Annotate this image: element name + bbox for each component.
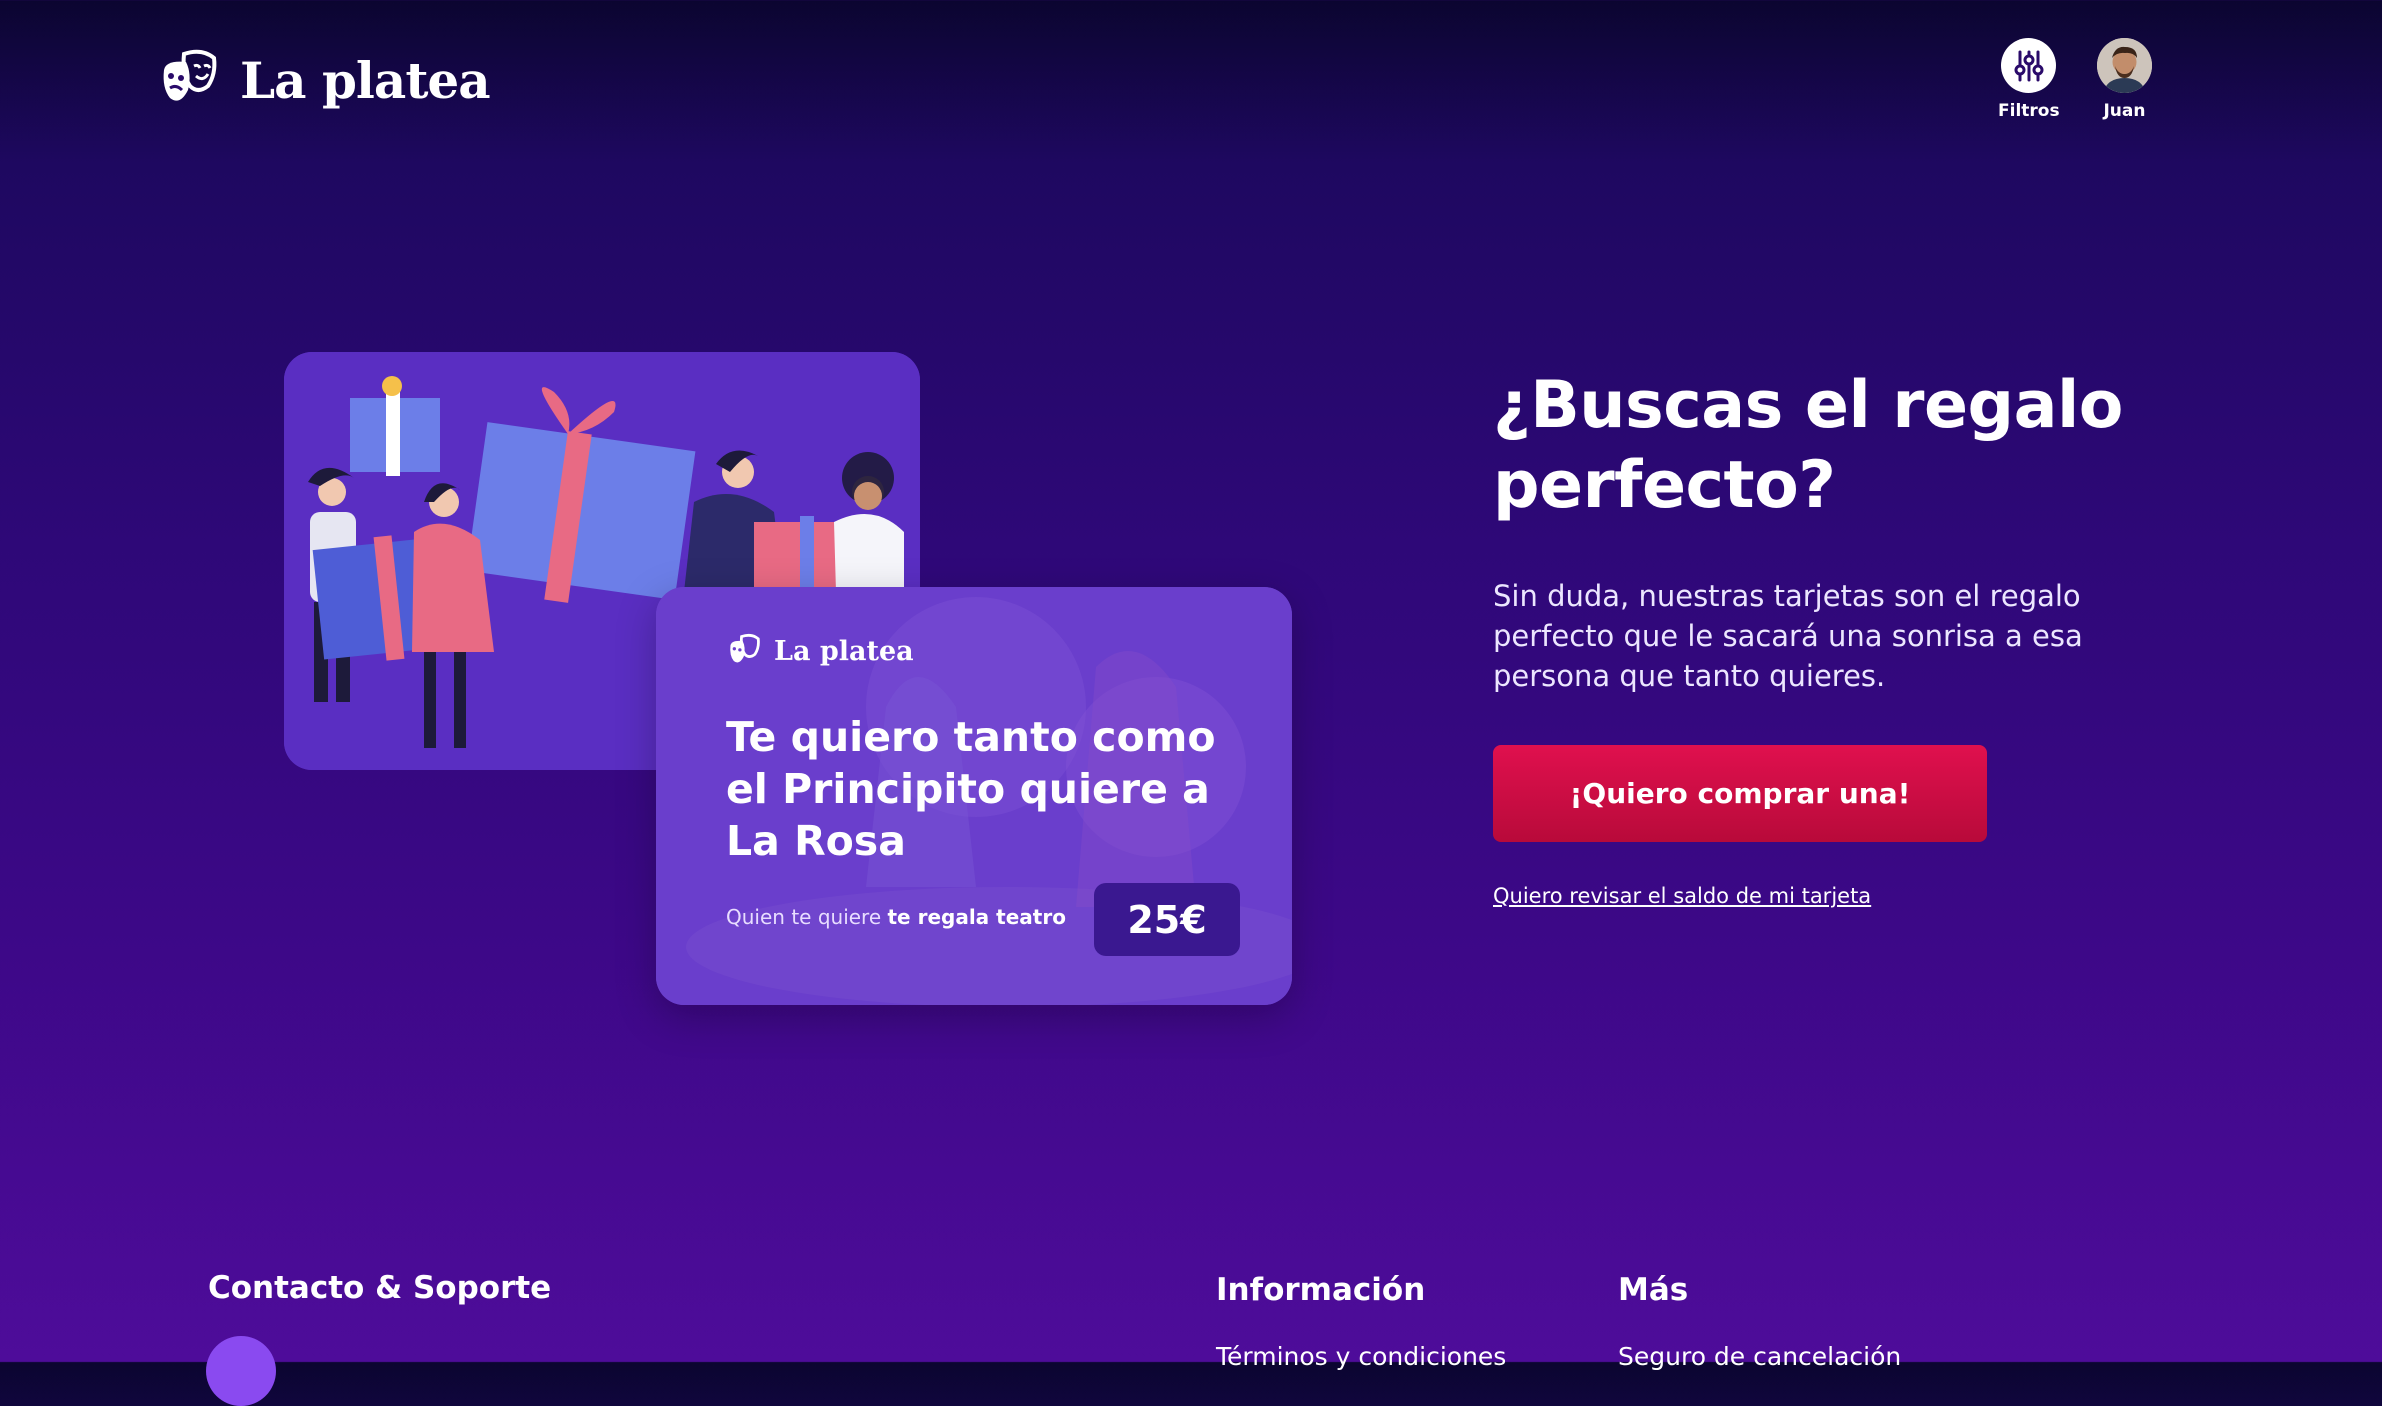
terms-link[interactable]: Términos y condiciones — [1216, 1342, 1506, 1371]
footer-contact-heading: Contacto & Soporte — [208, 1270, 552, 1306]
brand-name: La platea — [240, 50, 491, 110]
filters-button[interactable]: Filtros — [1998, 38, 2060, 121]
card-tagline-prefix: Quien te quiere — [726, 905, 882, 929]
filters-label: Filtros — [1998, 101, 2060, 121]
user-menu-button[interactable]: Juan — [2097, 38, 2152, 121]
hero-description: Sin duda, nuestras tarjetas son el regal… — [1493, 579, 2083, 693]
card-tagline: Quien te quiere te regala teatro — [726, 905, 1066, 929]
footer-info-heading: Información — [1216, 1272, 1426, 1308]
cancellation-insurance-link[interactable]: Seguro de cancelación — [1618, 1342, 1901, 1371]
sliders-icon — [2014, 50, 2044, 81]
check-balance-link[interactable]: Quiero revisar el saldo de mi tarjeta — [1493, 884, 1871, 908]
card-message: Te quiero tanto como el Principito quier… — [726, 713, 1216, 865]
card-price-badge: 25€ — [1094, 883, 1240, 956]
card-brand-name: La platea — [774, 635, 914, 667]
card-tagline-bold: te regala teatro — [887, 905, 1066, 929]
gift-card-preview: La platea Te quiero tanto como el Princi… — [656, 587, 1292, 1005]
brand-logo[interactable]: La platea — [156, 44, 491, 116]
theater-masks-icon — [163, 49, 217, 101]
user-name: Juan — [2103, 101, 2146, 121]
footer-more-heading: Más — [1618, 1272, 1689, 1308]
page-title: ¿Buscas el regalo perfecto? — [1493, 368, 2123, 523]
card-brand-logo: La platea — [726, 631, 914, 671]
avatar — [2097, 38, 2152, 93]
theater-masks-icon — [730, 633, 760, 663]
contact-icon[interactable] — [206, 1336, 276, 1406]
buy-gift-card-button[interactable]: ¡Quiero comprar una! — [1493, 745, 1987, 842]
